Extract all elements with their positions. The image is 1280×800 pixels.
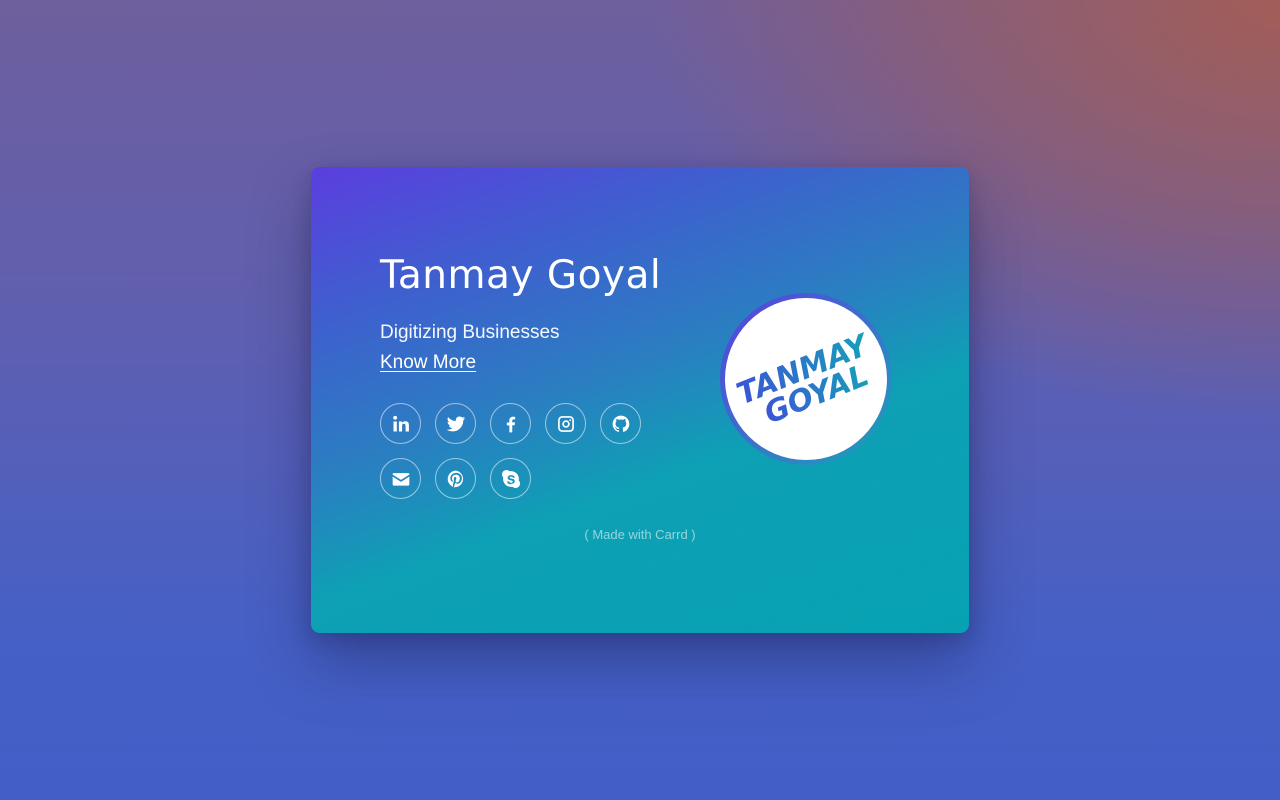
- profile-name: Tanmay Goyal: [380, 253, 662, 298]
- social-row: [380, 458, 670, 499]
- github-icon: [612, 415, 629, 432]
- twitter-button[interactable]: [435, 403, 476, 444]
- email-icon: [392, 472, 409, 486]
- know-more-link[interactable]: Know More: [380, 352, 476, 374]
- pinterest-button[interactable]: [435, 458, 476, 499]
- tanmay-goyal-logo: TANMAY GOYAL: [720, 293, 892, 465]
- skype-icon: [501, 469, 520, 488]
- profile-card: Tanmay Goyal Digitizing Businesses Know …: [311, 167, 969, 633]
- linkedin-button[interactable]: [380, 403, 421, 444]
- linkedin-icon: [392, 415, 409, 431]
- instagram-icon: [557, 415, 574, 432]
- made-with-carrd-credit[interactable]: ( Made with Carrd ): [311, 527, 969, 542]
- twitter-icon: [446, 416, 465, 431]
- pinterest-icon: [447, 470, 463, 487]
- instagram-button[interactable]: [545, 403, 586, 444]
- facebook-icon: [506, 416, 515, 432]
- skype-button[interactable]: [490, 458, 531, 499]
- email-button[interactable]: [380, 458, 421, 499]
- facebook-button[interactable]: [490, 403, 531, 444]
- github-button[interactable]: [600, 403, 641, 444]
- social-links: [380, 403, 670, 513]
- social-row: [380, 403, 670, 444]
- profile-tagline: Digitizing Businesses: [380, 322, 560, 343]
